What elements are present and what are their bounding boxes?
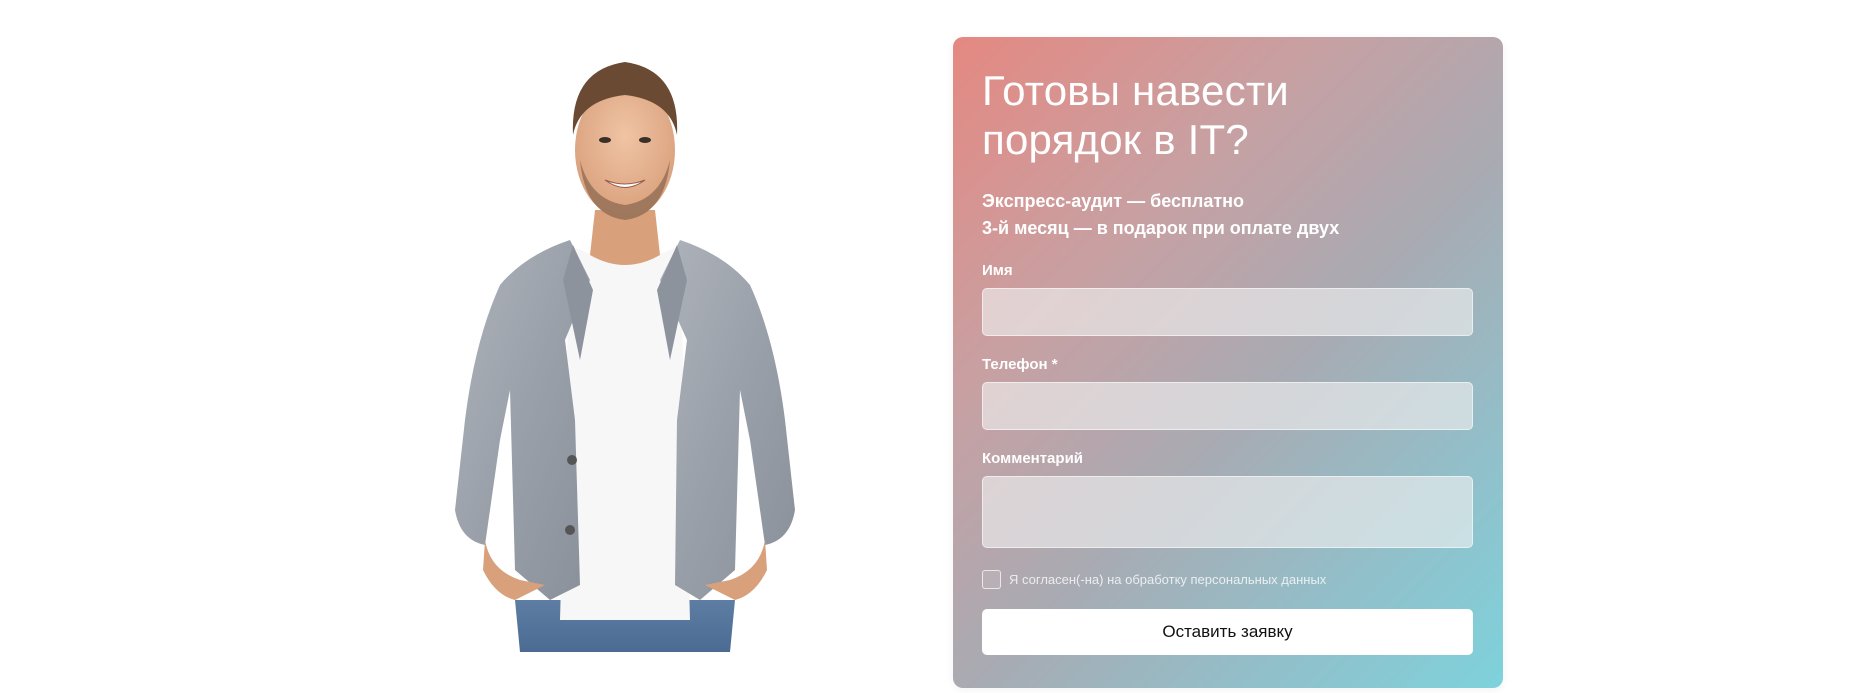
submit-request-button[interactable]: Оставить заявку	[982, 609, 1473, 655]
request-form-card: Готовы навести порядок в IT? Экспресс-ау…	[953, 37, 1503, 688]
person-photo	[455, 40, 795, 652]
consent-row: Я согласен(-на) на обработку персональны…	[982, 570, 1474, 589]
name-label: Имя	[982, 262, 1013, 279]
cta-section: Готовы навести порядок в IT? Экспресс-ау…	[0, 0, 1849, 693]
name-field-group: Имя	[982, 262, 1474, 336]
comment-field-group: Комментарий	[982, 450, 1474, 548]
form-title: Готовы навести порядок в IT?	[982, 67, 1289, 163]
offer-item-gift-month: 3-й месяц — в подарок при оплате двух	[982, 218, 1340, 238]
phone-input[interactable]	[982, 382, 1473, 430]
comment-textarea[interactable]	[982, 476, 1473, 548]
name-input[interactable]	[982, 288, 1473, 336]
phone-field-group: Телефон *	[982, 356, 1474, 430]
offer-list: Экспресс-аудит — бесплатно 3-й месяц — в…	[982, 188, 1474, 242]
comment-label: Комментарий	[982, 450, 1084, 467]
consent-checkbox[interactable]	[982, 570, 1001, 589]
request-form: Готовы навести порядок в IT? Экспресс-ау…	[982, 66, 1474, 655]
phone-label: Телефон *	[982, 356, 1058, 373]
offer-item-audit: Экспресс-аудит — бесплатно	[982, 191, 1245, 211]
consent-label: Я согласен(-на) на обработку персональны…	[1009, 572, 1327, 587]
